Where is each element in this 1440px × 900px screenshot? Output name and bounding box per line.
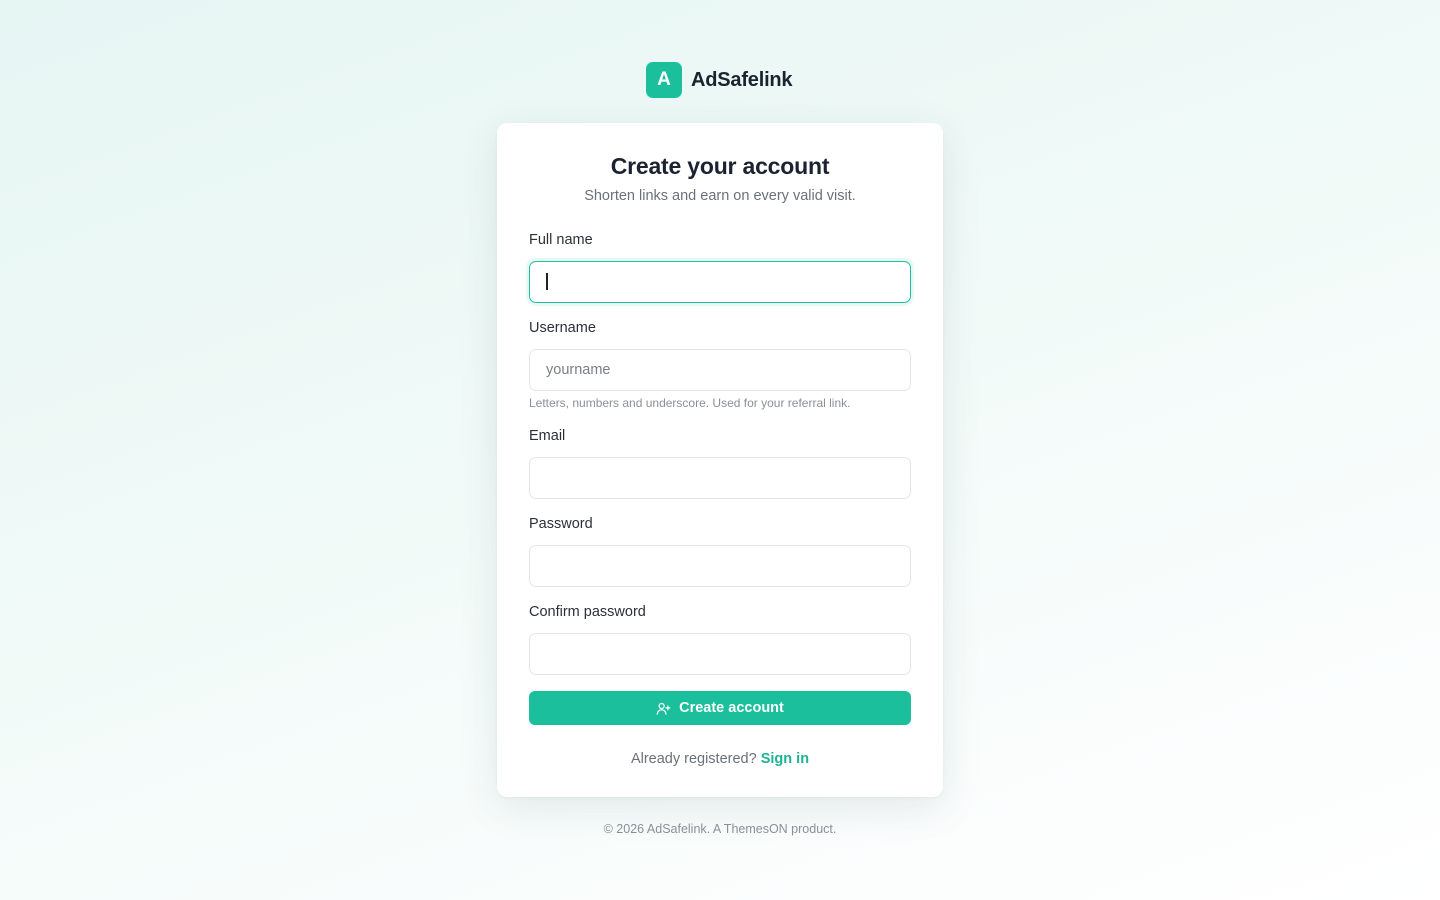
signup-card: Create your account Shorten links and ea… [497,123,943,797]
brand-logo-mark: A [646,62,682,98]
email-label: Email [529,428,566,444]
full-name-label: Full name [529,232,593,248]
password-input[interactable] [529,545,911,587]
page-title: Create your account [610,153,830,179]
signin-link[interactable]: Sign in [761,751,809,767]
email-input[interactable] [529,457,911,499]
brand-name: AdSafelink [691,68,793,91]
username-input[interactable] [529,349,911,391]
username-help-text: Letters, numbers and underscore. Used fo… [529,396,851,410]
text-caret [546,273,548,290]
confirm-password-label: Confirm password [529,604,646,620]
create-account-button-label: Create account [679,700,784,716]
username-label: Username [529,320,596,336]
brand[interactable]: A AdSafelink [646,62,793,98]
footer-copyright: © 2026 AdSafelink. A ThemesON product. [603,822,837,836]
create-account-button[interactable]: Create account [529,691,911,725]
signin-prompt-text: Already registered? [630,751,757,767]
full-name-field-wrapper [497,261,943,303]
signin-prompt-row: Already registered? Sign in [497,751,943,767]
full-name-input[interactable] [529,261,911,303]
password-label: Password [529,516,593,532]
page-subtitle: Shorten links and earn on every valid vi… [584,188,856,204]
confirm-password-input[interactable] [529,633,911,675]
user-plus-icon [656,702,671,715]
